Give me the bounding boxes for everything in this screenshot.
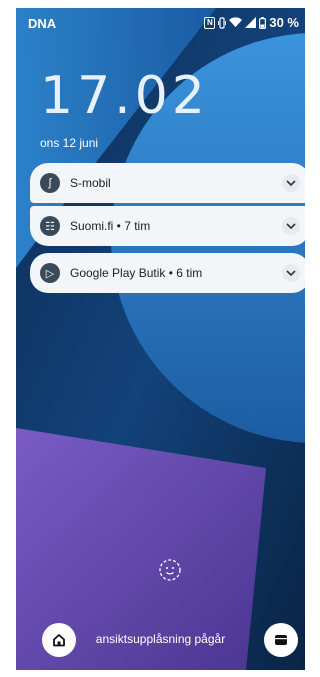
unlock-status-text: ansiktsupplåsning pågår xyxy=(95,632,226,646)
chevron-down-icon[interactable] xyxy=(282,174,300,192)
status-bar: DNA N 30 % xyxy=(16,8,305,38)
lock-screen: DNA N 30 % 17.02 ons 12 juni ʃ S-mobil ☷… xyxy=(16,8,305,670)
vibrate-icon xyxy=(218,16,227,29)
notification-suomi-fi[interactable]: ☷ Suomi.fi • 7 tim xyxy=(30,206,305,246)
suomi-fi-icon: ☷ xyxy=(40,216,60,236)
carrier-name: DNA xyxy=(28,16,57,31)
signal-icon xyxy=(245,17,257,28)
wallet-icon xyxy=(275,635,287,645)
status-icons: N 30 % xyxy=(204,15,299,30)
notification-title: S-mobil xyxy=(70,176,111,190)
wifi-icon xyxy=(229,17,243,27)
google-play-icon: ▷ xyxy=(40,263,60,283)
notification-s-mobil[interactable]: ʃ S-mobil xyxy=(30,163,305,203)
notification-google-play[interactable]: ▷ Google Play Butik • 6 tim xyxy=(30,253,305,293)
notification-title: Google Play Butik • 6 tim xyxy=(70,266,203,280)
clock: 17.02 xyxy=(40,66,209,126)
chevron-down-icon[interactable] xyxy=(282,264,300,282)
battery-percentage: 30 % xyxy=(269,15,299,30)
nfc-icon: N xyxy=(204,16,216,29)
notification-title: Suomi.fi • 7 tim xyxy=(70,219,151,233)
s-mobil-icon: ʃ xyxy=(40,173,60,193)
chevron-down-icon[interactable] xyxy=(282,217,300,235)
battery-icon xyxy=(259,16,267,29)
wallet-button[interactable] xyxy=(264,623,298,657)
face-unlock-icon xyxy=(159,559,181,581)
date: ons 12 juni xyxy=(40,136,99,150)
